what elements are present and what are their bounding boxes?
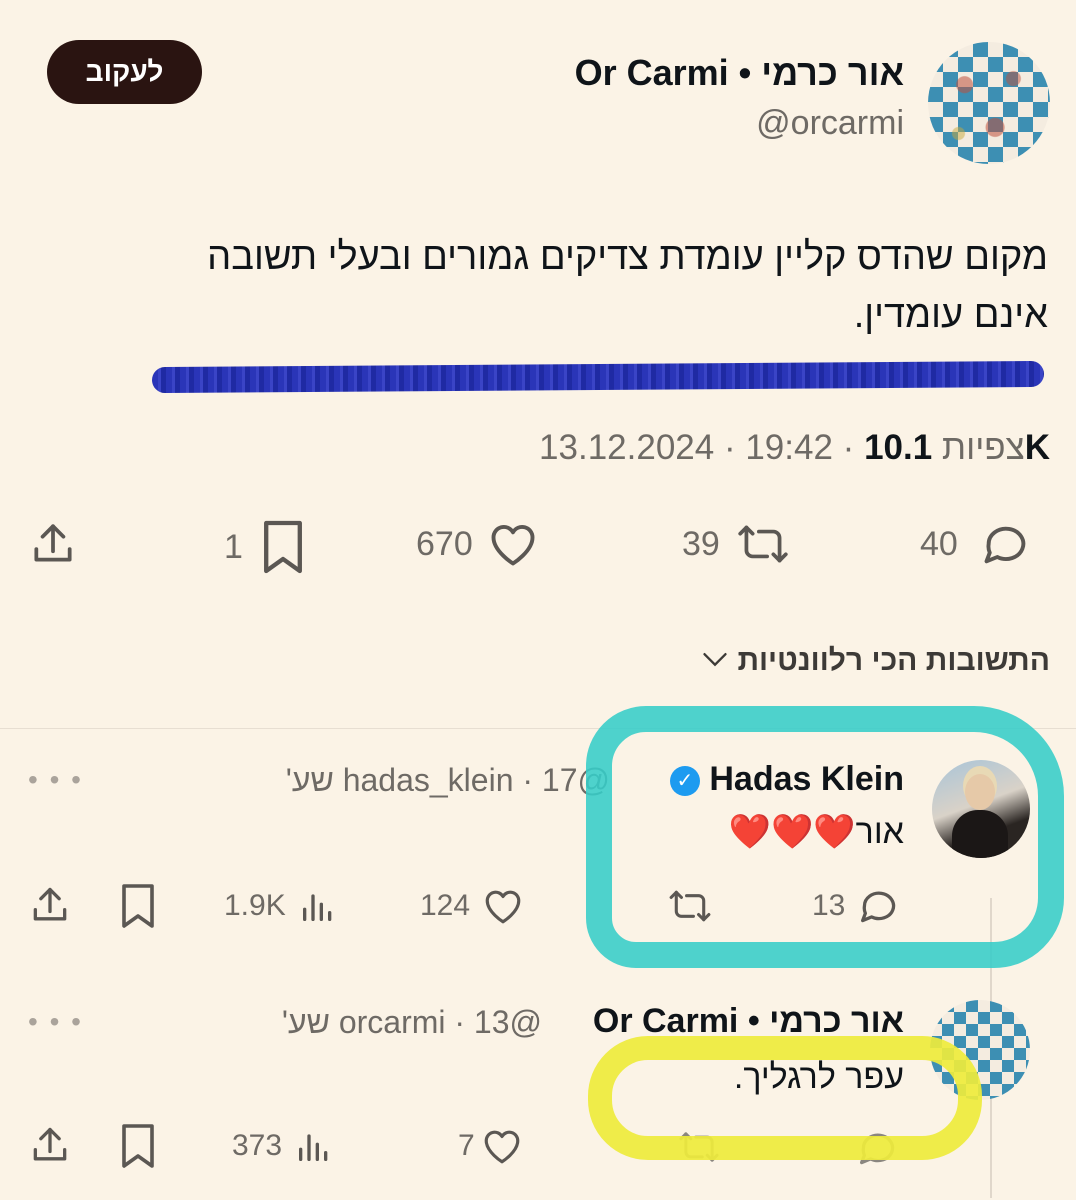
reply-share-button[interactable] <box>28 1124 72 1168</box>
bookmark-icon <box>118 882 158 930</box>
retweet-icon <box>734 520 792 568</box>
like-count: 670 <box>416 524 473 563</box>
follow-button[interactable]: לעקוב <box>47 40 202 104</box>
reply-count: 40 <box>920 524 958 563</box>
reply-like-button[interactable]: 7 <box>458 1126 523 1166</box>
bookmark-button[interactable]: 1 <box>224 518 307 576</box>
views-icon <box>294 1126 334 1166</box>
share-icon <box>28 1124 72 1168</box>
bookmark-count: 1 <box>224 527 243 566</box>
retweet-button[interactable]: 39 <box>682 520 792 568</box>
tweet-time: 19:42 <box>745 428 833 467</box>
more-icon[interactable]: • • • <box>28 764 83 796</box>
tweet-text: מקום שהדס קליין עומדת צדיקים גמורים ובעל… <box>48 228 1048 344</box>
heart-icon <box>487 520 539 568</box>
tweet-text-line-1: מקום שהדס קליין עומדת צדיקים גמורים ובעל… <box>207 236 1048 278</box>
views-icon <box>298 886 338 926</box>
yellow-highlight-scribble <box>588 1036 982 1160</box>
chevron-down-icon <box>701 644 729 677</box>
heart-icon <box>482 886 524 926</box>
reply-button[interactable]: 40 <box>920 520 1032 568</box>
heart-icon <box>481 1126 523 1166</box>
reply-like-button[interactable]: 124 <box>420 886 524 926</box>
replies-sort-dropdown[interactable]: התשובות הכי רלוונטיות <box>701 644 1050 678</box>
share-icon <box>28 520 78 570</box>
reply-views-count: 373 <box>232 1129 283 1162</box>
reply-bookmark-button[interactable] <box>118 1122 158 1170</box>
reply-bookmark-button[interactable] <box>118 882 158 930</box>
replies-sort-label: התשובות הכי רלוונטיות <box>737 644 1050 677</box>
share-button[interactable] <box>28 520 78 570</box>
more-icon[interactable]: • • • <box>28 1006 83 1038</box>
tweet-text-line-2: אינם עומדין. <box>853 294 1048 336</box>
reply-share-button[interactable] <box>28 884 72 928</box>
reply-like-count: 7 <box>458 1129 475 1162</box>
like-button[interactable]: 670 <box>416 520 539 568</box>
reply-like-count: 124 <box>420 889 471 922</box>
tweet-date: 13.12.2024 <box>539 428 715 467</box>
author-avatar[interactable] <box>928 42 1050 164</box>
share-icon <box>28 884 72 928</box>
reply-icon <box>980 520 1032 568</box>
reply-views[interactable]: 373 <box>232 1126 334 1166</box>
views-label: צפיות <box>941 428 1025 467</box>
tweet-meta: 13.12.2024 · 19:42 · צפיות 10.1K <box>539 428 1050 467</box>
retweet-count: 39 <box>682 524 720 563</box>
author-handle[interactable]: @orcarmi <box>756 104 904 143</box>
author-name[interactable]: אור כרמי • Or Carmi <box>575 52 904 94</box>
reply-meta: @orcarmi · 13 שע' <box>281 1004 542 1040</box>
bookmark-icon <box>259 518 307 576</box>
teal-highlight-scribble <box>586 706 1064 968</box>
reply-views[interactable]: 1.9K <box>224 886 338 926</box>
reply-handle[interactable]: @orcarmi <box>339 1004 542 1040</box>
blue-strike-scribble <box>151 360 1045 394</box>
bookmark-icon <box>118 1122 158 1170</box>
reply-meta: @hadas_klein · 17 שע' <box>285 762 610 798</box>
reply-views-count: 1.9K <box>224 889 286 922</box>
